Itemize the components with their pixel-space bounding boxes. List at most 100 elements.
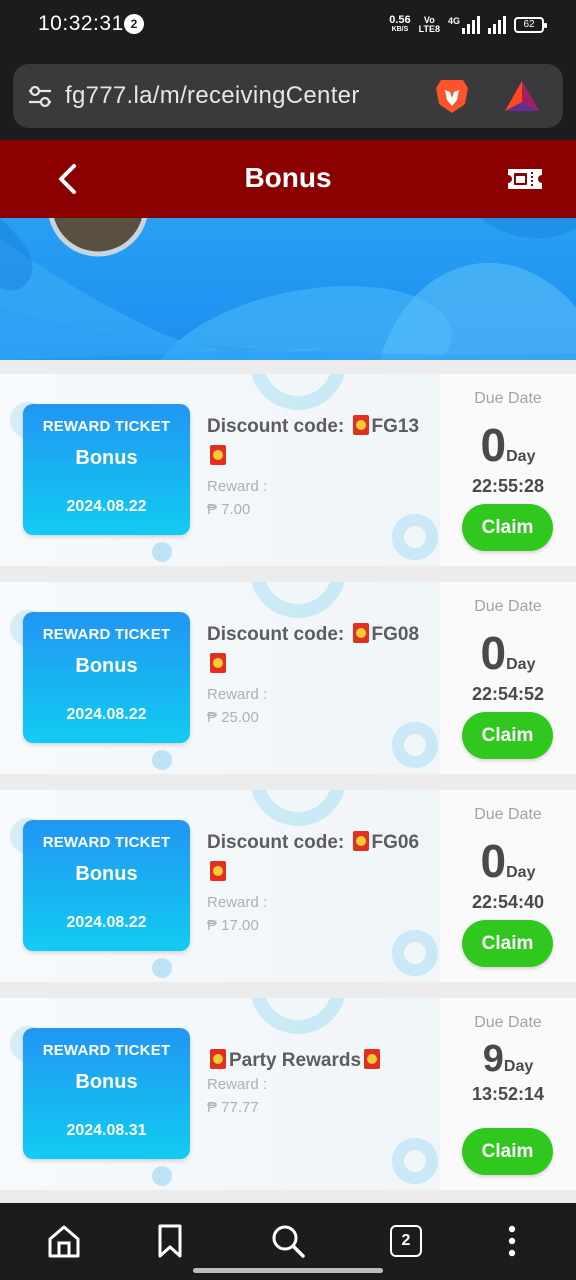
tabs-icon[interactable]: 2	[390, 1225, 422, 1257]
reward-label: Reward :	[207, 686, 268, 703]
status-bar: 10:32:31 2 0.56 KB/S Vo LTE8 4G 62	[0, 0, 576, 52]
red-envelope-icon	[352, 623, 369, 643]
status-indicators: 0.56 KB/S Vo LTE8 4G 62	[389, 12, 547, 38]
decoration	[250, 790, 346, 826]
title-code: FG13	[371, 416, 420, 437]
due-time: 22:54:52	[471, 684, 545, 704]
ticket-type: REWARD TICKET	[42, 834, 171, 851]
address-bar[interactable]: fg777.la/m/receivingCenter	[13, 64, 563, 128]
claim-button[interactable]: Claim	[462, 1128, 553, 1175]
url-text[interactable]: fg777.la/m/receivingCenter	[65, 82, 360, 110]
title-prefix: Discount code:	[207, 416, 345, 437]
reward-label: Reward :	[207, 1076, 268, 1093]
due-date-panel: Due Date 0Day 22:55:28 Claim	[440, 374, 576, 566]
reward-info: Discount code: FG08 Reward : ₱ 25.00	[207, 620, 432, 726]
reward-ticket: REWARD TICKET Bonus 2024.08.22	[23, 612, 190, 743]
decoration	[250, 374, 346, 410]
reward-title: Discount code: FG13	[207, 412, 432, 472]
due-days-value: 0	[480, 835, 507, 887]
ticket-type: REWARD TICKET	[42, 1042, 171, 1059]
reward-card: REWARD TICKET Bonus 2024.08.22 Discount …	[0, 374, 576, 566]
bookmark-icon[interactable]	[150, 1221, 190, 1261]
ticket-icon[interactable]	[505, 164, 545, 194]
ticket-date: 2024.08.22	[66, 498, 147, 515]
red-envelope-icon	[210, 1049, 226, 1069]
signal-icon-2	[488, 16, 506, 34]
avatar	[48, 218, 148, 257]
due-date-label: Due Date	[474, 598, 542, 615]
title-suffix: Party Rewards	[229, 1050, 362, 1071]
decoration	[250, 582, 346, 618]
profile-banner	[0, 218, 576, 360]
more-vertical-icon[interactable]	[492, 1221, 532, 1261]
reward-amount: ₱ 77.77	[207, 1099, 259, 1116]
claim-button[interactable]: Claim	[462, 712, 553, 759]
bat-triangle-icon[interactable]	[503, 78, 541, 114]
reward-label: Reward :	[207, 894, 268, 911]
title-prefix: Discount code:	[207, 832, 345, 853]
tune-icon[interactable]	[27, 84, 53, 108]
home-icon[interactable]	[44, 1221, 84, 1261]
decoration	[152, 1166, 172, 1186]
due-date-panel: Due Date 9Day 13:52:14 Claim	[440, 998, 576, 1190]
decoration	[250, 998, 346, 1034]
red-envelope-icon	[210, 861, 226, 881]
reward-card: REWARD TICKET Bonus 2024.08.22 Discount …	[0, 582, 576, 774]
ticket-date: 2024.08.22	[66, 706, 147, 723]
due-days-unit: Day	[506, 448, 536, 465]
search-icon[interactable]	[268, 1221, 308, 1261]
signal-icon: 4G	[448, 16, 480, 34]
battery-icon: 62	[514, 17, 547, 33]
due-days-unit: Day	[506, 864, 536, 881]
network-type: 4G	[447, 16, 460, 26]
ticket-date: 2024.08.31	[66, 1122, 147, 1139]
page-title: Bonus	[244, 162, 332, 193]
volte-bottom: LTE8	[418, 24, 440, 34]
reward-title: Discount code: FG06	[207, 828, 432, 888]
ticket-name: Bonus	[75, 655, 138, 677]
title-code: FG06	[371, 832, 420, 853]
ticket-type: REWARD TICKET	[42, 418, 171, 435]
ticket-name: Bonus	[75, 447, 138, 469]
claim-button[interactable]: Claim	[462, 920, 553, 967]
decoration	[392, 514, 438, 560]
reward-amount: ₱ 7.00	[207, 501, 251, 518]
reward-info: Discount code: FG06 Reward : ₱ 17.00	[207, 828, 432, 934]
due-time: 22:55:28	[471, 476, 545, 496]
net-speed-unit: KB/S	[391, 26, 409, 33]
ticket-name: Bonus	[75, 863, 138, 885]
due-days-value: 0	[480, 627, 507, 679]
due-date-label: Due Date	[474, 390, 542, 407]
reward-title: Party Rewards	[207, 1046, 432, 1076]
decoration	[392, 722, 438, 768]
due-days-value: 9	[482, 1038, 504, 1080]
reward-amount: ₱ 25.00	[207, 709, 259, 726]
notification-badge: 2	[124, 14, 144, 34]
due-days-value: 0	[480, 419, 507, 471]
red-envelope-icon	[210, 445, 226, 465]
due-time: 13:52:14	[471, 1084, 545, 1104]
due-date-label: Due Date	[474, 1014, 542, 1031]
brave-lion-icon[interactable]	[433, 76, 471, 116]
claim-button[interactable]: Claim	[462, 504, 553, 551]
red-envelope-icon	[352, 831, 369, 851]
ticket-type: REWARD TICKET	[42, 626, 171, 643]
due-days-unit: Day	[503, 1058, 534, 1075]
app-header: Bonus	[0, 140, 576, 218]
reward-ticket: REWARD TICKET Bonus 2024.08.31	[23, 1028, 190, 1159]
status-time: 10:32:31	[38, 12, 124, 35]
decoration	[152, 750, 172, 770]
reward-amount: ₱ 17.00	[207, 917, 259, 934]
home-indicator	[193, 1268, 383, 1273]
decoration	[392, 1138, 438, 1184]
volte-indicator: Vo LTE8	[419, 16, 440, 34]
due-days: 9Day	[440, 1038, 576, 1081]
title-code: FG08	[371, 624, 420, 645]
banner-waves	[0, 218, 576, 360]
reward-info: Discount code: FG13 Reward : ₱ 7.00	[207, 412, 432, 518]
reward-info: Party Rewards Reward : ₱ 77.77	[207, 1046, 432, 1116]
red-envelope-icon	[364, 1049, 381, 1069]
due-days: 0Day	[440, 834, 576, 888]
ticket-date: 2024.08.22	[66, 914, 147, 931]
red-envelope-icon	[352, 415, 369, 435]
